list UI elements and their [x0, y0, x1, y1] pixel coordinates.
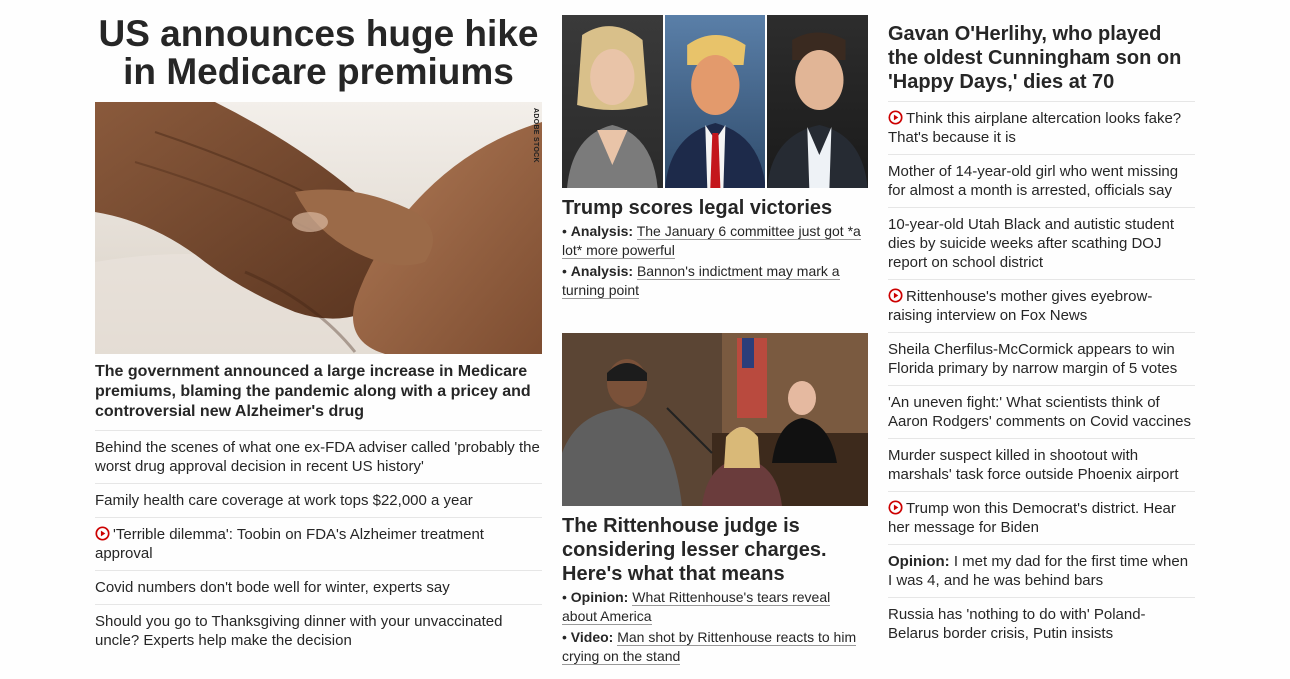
list-item[interactable]: Behind the scenes of what one ex-FDA adv…	[95, 431, 542, 484]
list-item[interactable]: Think this airplane altercation looks fa…	[888, 102, 1195, 155]
list-item[interactable]: Trump won this Democrat's district. Hear…	[888, 492, 1195, 545]
list-item-text: Sheila Cherfilus-McCormick appears to wi…	[888, 341, 1178, 377]
image-credit: ADOBE STOCK	[532, 108, 539, 163]
list-item[interactable]: Covid numbers don't bode well for winter…	[95, 571, 542, 605]
bullet-label: Analysis:	[570, 223, 634, 239]
trump-legal-image[interactable]	[562, 15, 868, 188]
lead-subheadline[interactable]: The government announced a large increas…	[95, 362, 542, 431]
lead-related-list: Behind the scenes of what one ex-FDA adv…	[95, 431, 542, 657]
story-bullet[interactable]: • Opinion: What Rittenhouse's tears reve…	[562, 588, 868, 626]
list-item-text: Family health care coverage at work tops…	[95, 492, 473, 509]
lead-headline[interactable]: US announces huge hike in Medicare premi…	[95, 15, 542, 91]
list-item[interactable]: Rittenhouse's mother gives eyebrow-raisi…	[888, 280, 1195, 333]
portrait-panel-left	[562, 15, 663, 188]
story-bullet[interactable]: • Analysis: Bannon's indictment may mark…	[562, 262, 868, 300]
list-item-text: 10-year-old Utah Black and autistic stud…	[888, 216, 1174, 271]
list-item[interactable]: 'Terrible dilemma': Toobin on FDA's Alzh…	[95, 518, 542, 571]
bullet-label: Opinion:	[570, 589, 629, 605]
headlines-column: Gavan O'Herlihy, who played the oldest C…	[888, 0, 1195, 650]
portrait-figure	[664, 35, 766, 188]
portrait-panel-center	[662, 15, 766, 188]
list-item-text: Murder suspect killed in shootout with m…	[888, 447, 1179, 483]
list-item-text: Behind the scenes of what one ex-FDA adv…	[95, 439, 540, 475]
list-item[interactable]: 'An uneven fight:' What scientists think…	[888, 386, 1195, 439]
lead-story-column: US announces huge hike in Medicare premi…	[95, 0, 542, 657]
story-bullet[interactable]: • Analysis: The January 6 committee just…	[562, 222, 868, 260]
list-item-text: Russia has 'nothing to do with' Poland-B…	[888, 606, 1146, 642]
opinion-label: Opinion:	[888, 553, 950, 570]
portrait-figure	[567, 26, 658, 188]
play-circle-icon	[888, 288, 903, 303]
play-circle-icon	[888, 500, 903, 515]
list-item[interactable]: Murder suspect killed in shootout with m…	[888, 439, 1195, 492]
list-item[interactable]: Russia has 'nothing to do with' Poland-B…	[888, 598, 1195, 650]
list-item-text: 'An uneven fight:' What scientists think…	[888, 394, 1192, 430]
story-title[interactable]: The Rittenhouse judge is considering les…	[562, 514, 868, 586]
list-item-text: Trump won this Democrat's district. Hear…	[888, 500, 1176, 536]
portrait-figure	[767, 32, 868, 188]
list-item-text: Covid numbers don't bode well for winter…	[95, 579, 450, 596]
bullet-label: Video:	[570, 629, 614, 645]
rittenhouse-courtroom-image[interactable]	[562, 333, 868, 506]
headlines-lead-title[interactable]: Gavan O'Herlihy, who played the oldest C…	[888, 22, 1195, 102]
headlines-list: Think this airplane altercation looks fa…	[888, 102, 1195, 650]
story-title[interactable]: Trump scores legal victories	[562, 196, 868, 220]
list-item[interactable]: Family health care coverage at work tops…	[95, 484, 542, 518]
story-bullet[interactable]: • Video: Man shot by Rittenhouse reacts …	[562, 628, 868, 666]
list-item-text: Mother of 14-year-old girl who went miss…	[888, 163, 1179, 199]
portrait-panel-right	[765, 15, 868, 188]
list-item[interactable]: Mother of 14-year-old girl who went miss…	[888, 155, 1195, 208]
medicare-hands-image[interactable]: ADOBE STOCK	[95, 102, 542, 354]
list-item-text: Think this airplane altercation looks fa…	[888, 110, 1182, 146]
list-item[interactable]: 10-year-old Utah Black and autistic stud…	[888, 208, 1195, 280]
list-item[interactable]: Should you go to Thanksgiving dinner wit…	[95, 605, 542, 657]
secondary-stories-column: Trump scores legal victories • Analysis:…	[562, 0, 868, 666]
bullet-label: Analysis:	[570, 263, 634, 279]
list-item-text: Rittenhouse's mother gives eyebrow-raisi…	[888, 288, 1153, 324]
list-item[interactable]: Sheila Cherfilus-McCormick appears to wi…	[888, 333, 1195, 386]
list-item-text: Should you go to Thanksgiving dinner wit…	[95, 613, 503, 649]
list-item[interactable]: Opinion: I met my dad for the first time…	[888, 545, 1195, 598]
play-circle-icon	[95, 526, 110, 541]
courtroom-illustration	[562, 333, 868, 506]
list-item-text: 'Terrible dilemma': Toobin on FDA's Alzh…	[95, 526, 484, 562]
play-circle-icon	[888, 110, 903, 125]
hands-illustration	[95, 102, 542, 354]
